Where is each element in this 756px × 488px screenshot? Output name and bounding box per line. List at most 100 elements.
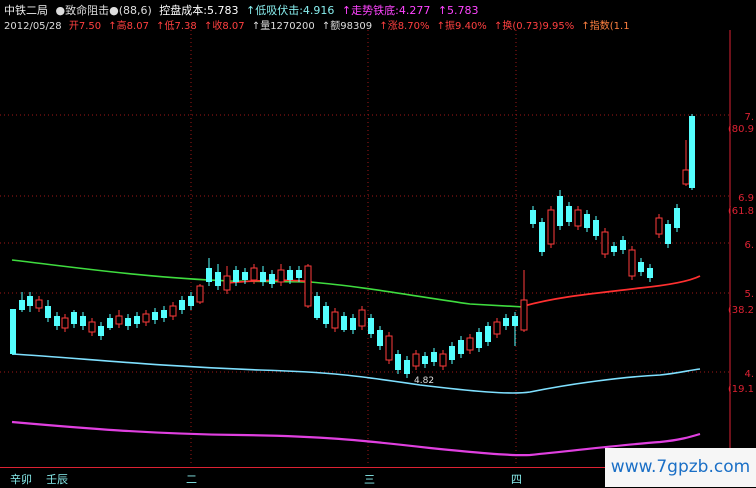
candle: [296, 266, 302, 282]
candle: [385, 332, 393, 364]
low-price-mark: 4.82: [414, 376, 435, 386]
period-tab-1[interactable]: 壬辰: [46, 471, 68, 487]
axis-label-2: 6.9: [738, 193, 754, 204]
candle: [404, 356, 410, 378]
candle: [54, 312, 60, 330]
candle: [10, 309, 16, 355]
candle: [458, 336, 464, 358]
candle: [223, 266, 231, 294]
cost-line: [11, 353, 701, 394]
candle-body: [61, 317, 69, 329]
candle: [584, 210, 590, 232]
candle-body: [638, 262, 644, 272]
candle-body: [250, 267, 258, 281]
candle-body: [503, 318, 509, 326]
candle: [638, 258, 644, 276]
candle-body: [350, 318, 356, 330]
candle-body: [647, 268, 653, 278]
candlestick-chart[interactable]: [0, 0, 756, 487]
candle: [466, 334, 474, 354]
candle: [530, 206, 536, 228]
candle: [152, 308, 158, 324]
candle: [80, 312, 86, 330]
candle-body: [142, 313, 150, 323]
candle: [196, 284, 204, 304]
candle-body: [493, 321, 501, 335]
candle: [115, 310, 123, 328]
candle: [493, 318, 501, 338]
candle-body: [628, 249, 636, 277]
candle-body: [196, 285, 204, 303]
candle: [557, 190, 563, 230]
indicator-lines: [11, 259, 701, 457]
candle-body: [601, 231, 609, 255]
candle-body: [512, 316, 518, 326]
candle: [476, 328, 482, 352]
candle: [260, 266, 266, 286]
candle-body: [530, 210, 536, 224]
candle: [655, 214, 663, 238]
candle-body: [358, 309, 366, 327]
candle-body: [27, 296, 33, 306]
candle: [215, 264, 221, 290]
candle-body: [395, 354, 401, 370]
candle-body: [655, 217, 663, 235]
candle: [98, 322, 104, 340]
candle: [431, 348, 437, 366]
candle-body: [260, 272, 266, 282]
period-tab-2[interactable]: 二: [186, 471, 197, 487]
candle-body: [458, 340, 464, 354]
candles: [10, 114, 695, 378]
candle-body: [314, 296, 320, 318]
candle-body: [169, 305, 177, 317]
period-tab-3[interactable]: 三: [364, 471, 375, 487]
candle-body: [566, 206, 572, 222]
candle-body: [520, 299, 528, 331]
candle: [179, 296, 185, 314]
candle: [647, 264, 653, 282]
candle: [689, 114, 695, 190]
period-tab-4[interactable]: 四: [511, 471, 522, 487]
candle: [611, 242, 617, 256]
axis-label-0: 7.: [744, 112, 754, 123]
candle-body: [152, 312, 158, 320]
candle-body: [296, 270, 302, 278]
candle: [45, 300, 51, 322]
candle: [27, 292, 33, 312]
candle-body: [368, 318, 374, 334]
candle-body: [611, 246, 617, 252]
candle: [422, 352, 428, 368]
candle: [125, 314, 131, 330]
candle-body: [466, 337, 474, 351]
axis-label-4: 6.: [744, 240, 754, 251]
candle: [395, 350, 401, 374]
candle: [439, 350, 447, 370]
candle: [547, 206, 555, 248]
candle: [574, 206, 582, 230]
candle-body: [287, 270, 293, 280]
candle-body: [431, 352, 437, 362]
candle-body: [674, 208, 680, 228]
candle-body: [439, 353, 447, 367]
candle-body: [206, 268, 212, 282]
candle: [674, 204, 680, 232]
candle: [601, 228, 609, 258]
candle: [593, 216, 599, 240]
resistance-line-right: [523, 275, 701, 307]
candle: [277, 264, 285, 286]
candle: [161, 306, 167, 322]
candle-body: [323, 306, 329, 324]
candle: [188, 292, 194, 310]
bottom-line: [11, 420, 701, 457]
candle-body: [179, 300, 185, 310]
candle-body: [115, 315, 123, 325]
candle-body: [125, 318, 131, 326]
candle: [169, 302, 177, 320]
period-tab-0[interactable]: 辛卯: [10, 471, 32, 487]
axis-label-5: 5.: [744, 289, 754, 300]
candle-body: [449, 346, 455, 360]
axis-label-8: (19.1: [727, 384, 754, 395]
candle-body: [19, 300, 25, 310]
candle-body: [385, 335, 393, 361]
axis-label-7: 4.: [744, 369, 754, 380]
